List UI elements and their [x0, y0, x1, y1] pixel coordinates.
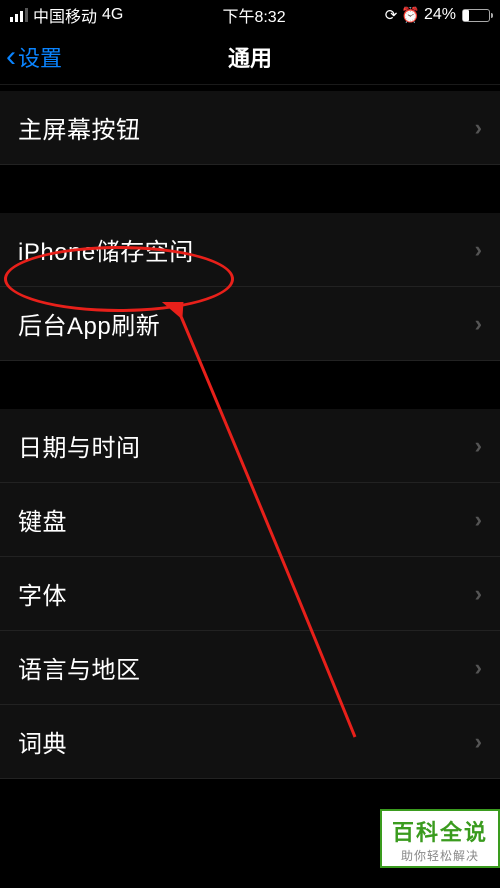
row-background-refresh[interactable]: 后台App刷新 ›: [0, 287, 500, 361]
chevron-right-icon: ›: [475, 507, 482, 533]
row-label: 键盘: [18, 502, 67, 537]
page-title: 通用: [228, 41, 272, 73]
row-label: iPhone储存空间: [18, 232, 194, 267]
row-home-button[interactable]: 主屏幕按钮 ›: [0, 91, 500, 165]
chevron-right-icon: ›: [475, 729, 482, 755]
chevron-left-icon: ‹: [6, 42, 16, 72]
nav-bar: ‹ 设置 通用: [0, 30, 500, 85]
status-bar: 中国移动 4G 下午8:32 ⟳ ⏰ 24%: [0, 0, 500, 30]
row-label: 日期与时间: [18, 428, 141, 463]
row-label: 词典: [18, 724, 67, 759]
watermark-title: 百科全说: [392, 815, 488, 847]
battery-percent: 24%: [424, 6, 456, 24]
chevron-right-icon: ›: [475, 311, 482, 337]
battery-icon: [462, 9, 490, 22]
chevron-right-icon: ›: [475, 655, 482, 681]
chevron-right-icon: ›: [475, 581, 482, 607]
chevron-right-icon: ›: [475, 237, 482, 263]
chevron-right-icon: ›: [475, 115, 482, 141]
orientation-lock-icon: ⟳: [385, 6, 398, 24]
carrier-label: 中国移动: [33, 3, 97, 27]
row-label: 语言与地区: [18, 650, 141, 685]
row-dictionary[interactable]: 词典 ›: [0, 705, 500, 779]
back-label: 设置: [18, 41, 62, 73]
row-keyboard[interactable]: 键盘 ›: [0, 483, 500, 557]
watermark: 百科全说 助你轻松解决: [380, 809, 500, 868]
chevron-right-icon: ›: [475, 433, 482, 459]
row-label: 字体: [18, 576, 67, 611]
signal-strength-icon: [10, 8, 28, 22]
row-label: 主屏幕按钮: [18, 110, 141, 145]
alarm-icon: ⏰: [401, 6, 420, 24]
status-time: 下午8:32: [222, 3, 285, 27]
back-button[interactable]: ‹ 设置: [0, 41, 62, 73]
network-label: 4G: [102, 6, 123, 24]
row-iphone-storage[interactable]: iPhone储存空间 ›: [0, 213, 500, 287]
row-fonts[interactable]: 字体 ›: [0, 557, 500, 631]
watermark-subtitle: 助你轻松解决: [392, 847, 488, 864]
row-label: 后台App刷新: [18, 306, 160, 341]
row-date-time[interactable]: 日期与时间 ›: [0, 409, 500, 483]
row-language-region[interactable]: 语言与地区 ›: [0, 631, 500, 705]
